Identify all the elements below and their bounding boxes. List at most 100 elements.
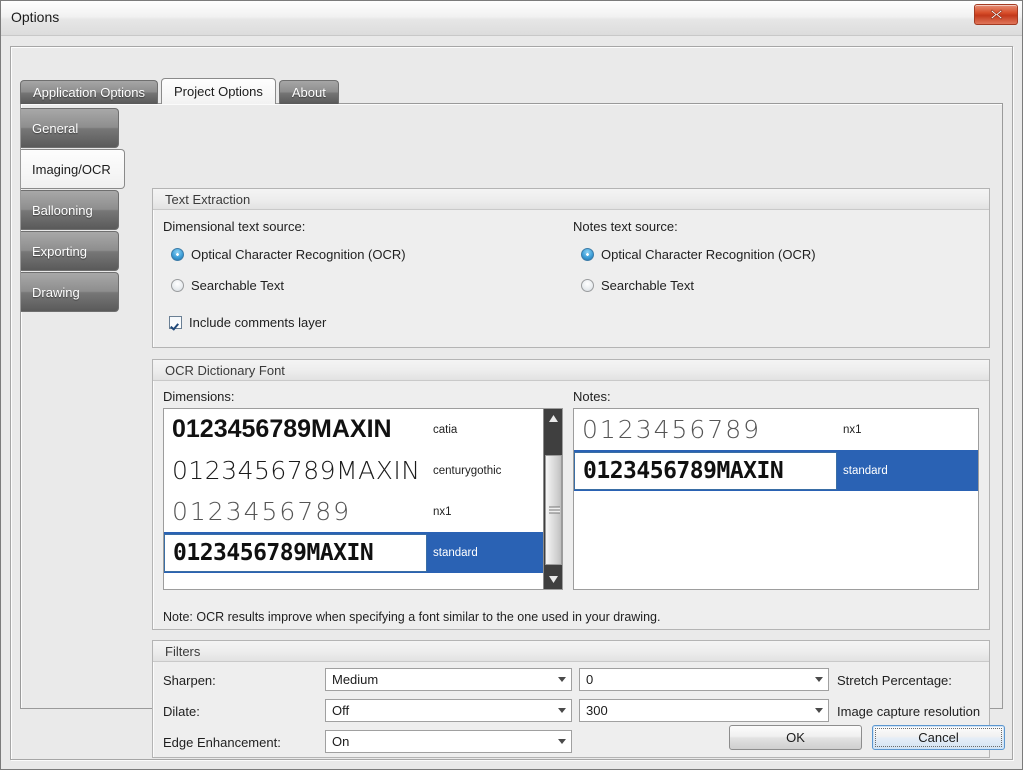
radio-label: Searchable Text: [601, 278, 694, 293]
dilate-label: Dilate:: [163, 704, 200, 719]
chevron-down-icon[interactable]: [810, 700, 828, 721]
text-extraction-body: Dimensional text source: Optical Charact…: [153, 210, 989, 346]
radio-notes-ocr[interactable]: Optical Character Recognition (OCR): [581, 247, 816, 262]
notes-text-source-label: Notes text source:: [573, 219, 678, 234]
chevron-down-icon[interactable]: [810, 669, 828, 690]
dialog-body: Application Options Project Options Abou…: [1, 36, 1022, 769]
group-title: Text Extraction: [153, 189, 989, 210]
text-extraction-group: Text Extraction Dimensional text source:…: [152, 188, 990, 348]
scrollbar-grip-icon: [549, 506, 560, 514]
title-bar: Options: [1, 1, 1022, 36]
ocr-note-text: Note: OCR results improve when specifyin…: [163, 610, 661, 624]
sidebar-item-general[interactable]: General: [21, 108, 119, 148]
tab-label: Project Options: [174, 84, 263, 99]
dimensions-font-list-items: 0123456789MAXIN catia 0123456789MAXIN ce…: [164, 409, 543, 589]
list-item-selected[interactable]: 0123456789MAXIN standard: [574, 450, 978, 491]
list-item[interactable]: 0123456789 nx1: [164, 491, 543, 532]
notes-font-list[interactable]: 0123456789 nx1 0123456789MAXIN standard: [573, 408, 979, 590]
ok-button-label: OK: [786, 730, 805, 745]
font-name-label: nx1: [433, 505, 452, 518]
list-item-selected[interactable]: 0123456789MAXIN standard: [164, 532, 543, 573]
font-sample-image: 0123456789: [164, 493, 427, 530]
dimensional-text-source-label: Dimensional text source:: [163, 219, 306, 234]
font-sample-image: 0123456789MAXIN: [164, 411, 427, 448]
dimensions-font-list[interactable]: 0123456789MAXIN catia 0123456789MAXIN ce…: [163, 408, 563, 590]
image-capture-resolution-dropdown[interactable]: 300: [579, 699, 829, 722]
tab-project-options[interactable]: Project Options: [161, 78, 276, 104]
font-sample-image: 0123456789: [574, 411, 837, 448]
filters-body: Sharpen: Medium 0 Stretch Percentage: Di…: [153, 662, 989, 756]
notes-label: Notes:: [573, 389, 611, 404]
radio-indicator: [581, 248, 594, 261]
sidebar-item-ballooning[interactable]: Ballooning: [21, 190, 119, 230]
font-name-label: standard: [843, 464, 888, 477]
side-tab-label: Ballooning: [32, 202, 93, 218]
radio-label: Searchable Text: [191, 278, 284, 293]
font-name-label: standard: [433, 546, 478, 559]
ocr-dictionary-font-group: OCR Dictionary Font Dimensions: Notes: 0…: [152, 359, 990, 630]
list-item[interactable]: 0123456789MAXIN catia: [164, 409, 543, 450]
sidebar-item-exporting[interactable]: Exporting: [21, 231, 119, 271]
ok-button[interactable]: OK: [729, 725, 862, 750]
tab-application-options[interactable]: Application Options: [20, 80, 159, 104]
dimensions-list-scrollbar[interactable]: [543, 409, 562, 589]
window-title: Options: [11, 9, 60, 25]
checkbox-include-comments-layer[interactable]: Include comments layer: [169, 315, 326, 330]
image-capture-resolution-label: Image capture resolution: [837, 704, 981, 719]
chevron-down-icon[interactable]: [553, 700, 571, 721]
radio-label: Optical Character Recognition (OCR): [601, 247, 816, 262]
close-icon[interactable]: [974, 4, 1018, 25]
font-sample-image: 0123456789MAXIN: [574, 451, 837, 490]
ocr-dictionary-font-body: Dimensions: Notes: 0123456789MAXIN catia: [153, 381, 989, 628]
side-tab-strip: General Imaging/OCR Ballooning Exporting…: [21, 108, 125, 313]
dilate-value: Off: [332, 703, 350, 718]
font-name-label: nx1: [843, 423, 862, 436]
image-capture-resolution-value: 300: [586, 703, 608, 718]
edge-enhancement-dropdown[interactable]: On: [325, 730, 572, 753]
list-item[interactable]: 0123456789MAXIN centurygothic: [164, 450, 543, 491]
checkbox-label: Include comments layer: [189, 315, 327, 330]
side-tab-label: Imaging/OCR: [32, 161, 111, 177]
scroll-down-icon[interactable]: [544, 570, 562, 589]
tab-label: About: [291, 85, 326, 100]
radio-notes-searchable-text[interactable]: Searchable Text: [581, 278, 694, 293]
dimensions-label: Dimensions:: [163, 389, 235, 404]
notes-font-list-items: 0123456789 nx1 0123456789MAXIN standard: [574, 409, 978, 589]
stretch-percentage-label: Stretch Percentage:: [837, 673, 952, 688]
list-item[interactable]: 0123456789 nx1: [574, 409, 978, 450]
side-tab-label: General: [32, 120, 79, 136]
group-title: OCR Dictionary Font: [153, 360, 989, 381]
radio-dimensional-searchable-text[interactable]: Searchable Text: [171, 278, 284, 293]
top-tab-strip: Application Options Project Options Abou…: [20, 78, 342, 104]
dilate-dropdown[interactable]: Off: [325, 699, 572, 722]
stretch-percentage-value: 0: [586, 672, 594, 687]
edge-enhancement-label: Edge Enhancement:: [163, 735, 281, 750]
sidebar-item-imaging-ocr[interactable]: Imaging/OCR: [21, 149, 125, 189]
stretch-percentage-dropdown[interactable]: 0: [579, 668, 829, 691]
chevron-down-icon[interactable]: [553, 669, 571, 690]
cancel-button[interactable]: Cancel: [872, 725, 1005, 750]
tab-about[interactable]: About: [278, 80, 339, 104]
chevron-down-icon[interactable]: [553, 731, 571, 752]
group-title: Filters: [153, 641, 989, 662]
radio-indicator: [581, 279, 594, 292]
sharpen-dropdown[interactable]: Medium: [325, 668, 572, 691]
project-options-page: General Imaging/OCR Ballooning Exporting…: [20, 103, 1003, 758]
options-dialog: Options Application Options Project Opti…: [0, 0, 1023, 770]
font-sample-image: 0123456789MAXIN: [164, 533, 427, 572]
radio-indicator: [171, 279, 184, 292]
scrollbar-thumb[interactable]: [545, 455, 562, 565]
tab-label: Application Options: [33, 85, 146, 100]
sharpen-value: Medium: [332, 672, 379, 687]
radio-dimensional-ocr[interactable]: Optical Character Recognition (OCR): [171, 247, 406, 262]
edge-enhancement-value: On: [332, 734, 350, 749]
scroll-up-icon[interactable]: [544, 409, 562, 428]
side-tab-label: Drawing: [32, 284, 80, 300]
font-sample-image: 0123456789MAXIN: [164, 452, 427, 489]
font-name-label: centurygothic: [433, 464, 502, 477]
filters-group: Filters Sharpen: Medium 0 Stretch Percen…: [152, 640, 990, 758]
radio-indicator: [171, 248, 184, 261]
checkbox-indicator: [169, 316, 182, 329]
side-tab-label: Exporting: [32, 243, 87, 259]
sidebar-item-drawing[interactable]: Drawing: [21, 272, 119, 312]
